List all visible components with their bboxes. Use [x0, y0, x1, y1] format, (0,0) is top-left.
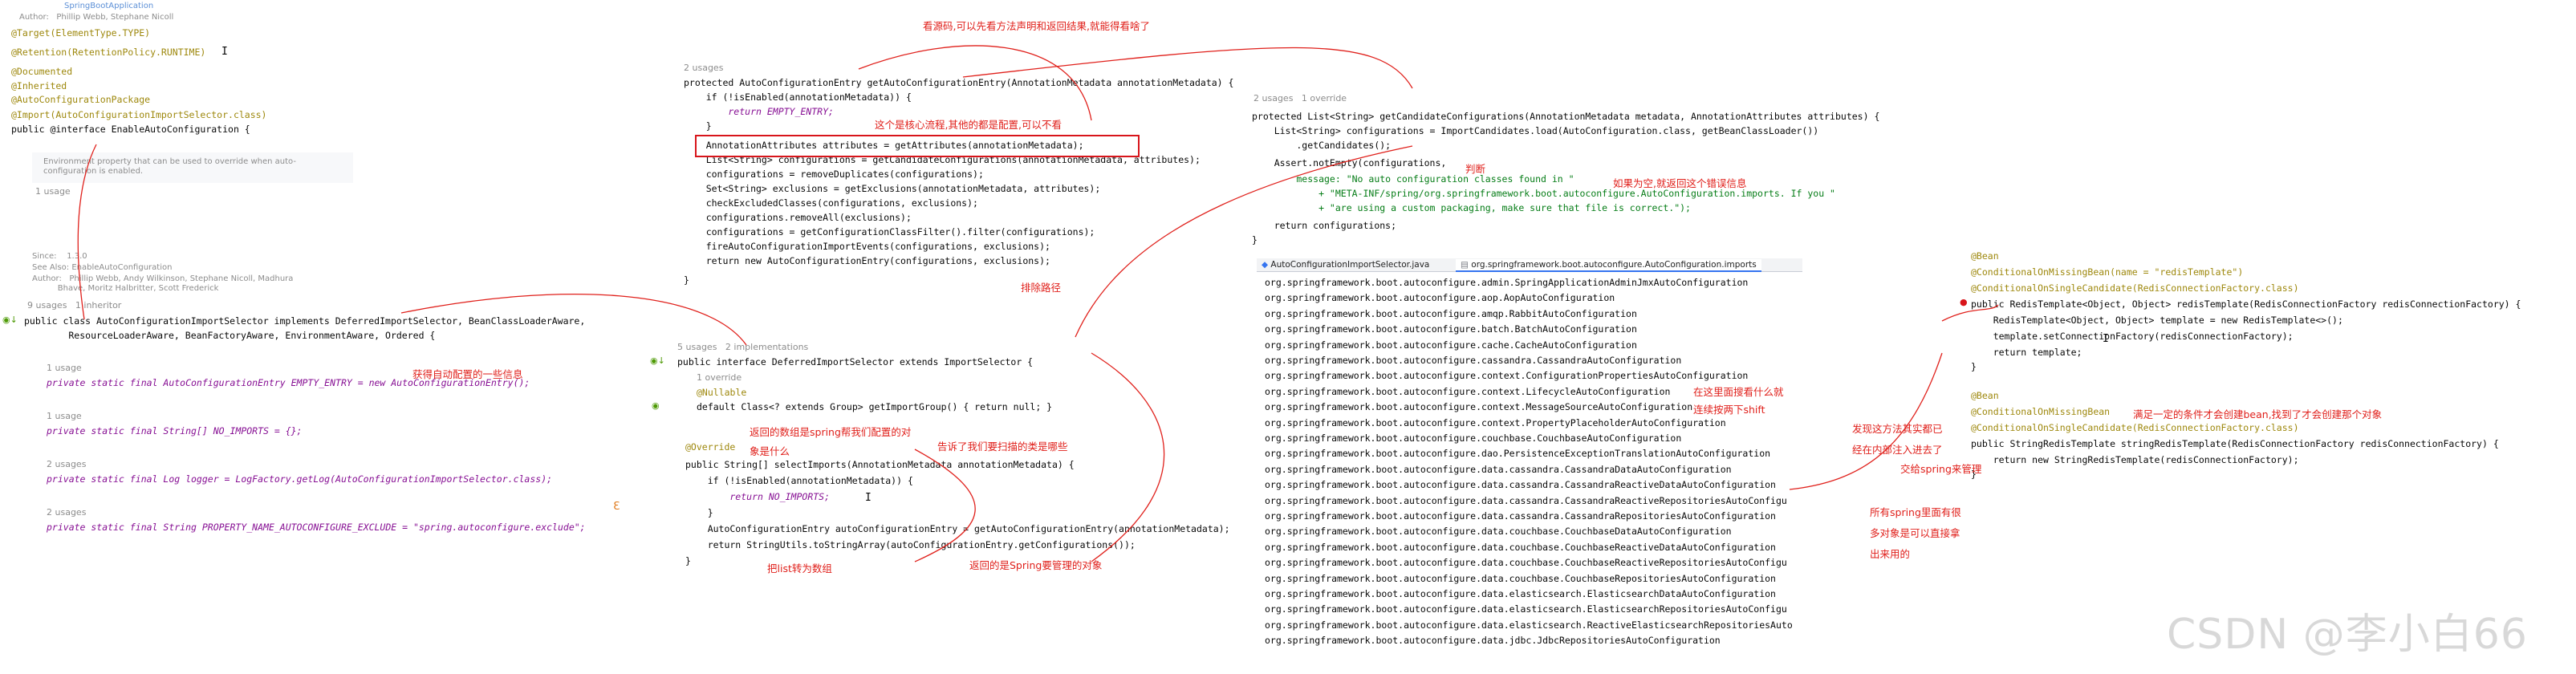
note-empty-error: 如果为空,就返回这个错误信息 [1613, 177, 1747, 189]
note-auto-config-info: 获得自动配置的一些信息 [412, 368, 523, 380]
note-return-array: 返回的数组是spring帮我们配置的对 [750, 426, 912, 438]
note-read-source: 看源码,可以先看方法声明和返回结果,就能得看啥了 [923, 20, 1150, 32]
note-search-2: 连续按两下shift [1693, 404, 1765, 416]
note-found: 发现这方法其实都已 [1852, 423, 1943, 435]
note-core-flow: 这个是核心流程,其他的都是配置,可以不看 [875, 119, 1062, 131]
note-search: 在这里面搜看什么就 [1693, 386, 1784, 398]
text-cursor-icon: I [221, 46, 228, 58]
watermark: CSDN @李小白66 [2167, 611, 2528, 659]
note-all-objects-2: 多对象是可以直接拿 [1870, 527, 1960, 539]
note-found-3: 交给spring来管理 [1900, 463, 1982, 475]
note-all-objects: 所有spring里面有很 [1870, 506, 1961, 518]
annotation-arrows [77, 45, 1999, 562]
note-judge: 判断 [1465, 163, 1486, 175]
bulb-icon[interactable]: ℇ [613, 501, 620, 512]
text-cursor-icon: I [865, 492, 872, 504]
note-exclude-path: 排除路径 [1021, 282, 1062, 294]
note-all-objects-3: 出来用的 [1870, 548, 1911, 560]
text-cursor-icon: I [2103, 333, 2109, 345]
note-list-to-array: 把list转为数组 [767, 562, 832, 575]
note-return-array-2: 象是什么 [750, 445, 790, 457]
note-conditional: 满足一定的条件才会创建bean,找到了才会创建那个对象 [2133, 408, 2383, 420]
note-scan-classes: 告诉了我们要扫描的类是哪些 [937, 441, 1068, 453]
note-found-2: 经在内部注入进去了 [1852, 444, 1943, 456]
note-spring-managed: 返回的是Spring要管理的对象 [969, 559, 1103, 571]
